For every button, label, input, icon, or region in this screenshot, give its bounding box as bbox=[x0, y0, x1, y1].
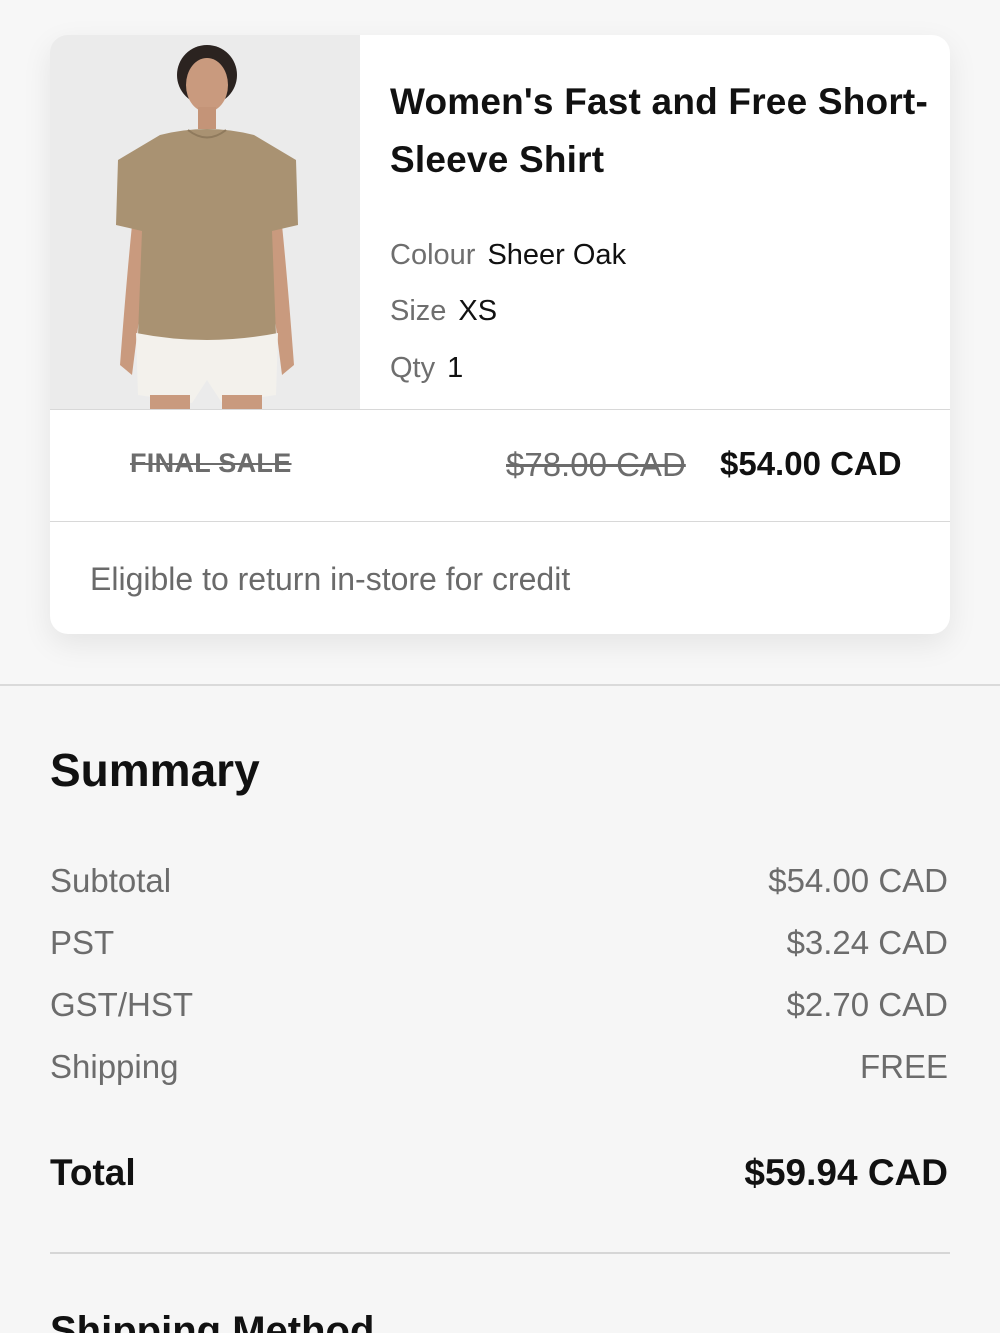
summary-row-pst: PST $3.24 CAD bbox=[50, 924, 948, 964]
size-value: XS bbox=[458, 295, 498, 327]
summary-row-subtotal: Subtotal $54.00 CAD bbox=[50, 862, 948, 902]
summary-value: FREE bbox=[859, 1048, 948, 1085]
product-photo-icon bbox=[50, 35, 360, 409]
qty-label: Qty bbox=[390, 352, 436, 384]
total-value: $59.94 CAD bbox=[744, 1152, 948, 1193]
summary-value: $3.24 CAD bbox=[786, 924, 948, 961]
colour-value: Sheer Oak bbox=[487, 239, 627, 271]
size-label: Size bbox=[390, 295, 447, 327]
order-summary: Summary Subtotal $54.00 CAD PST $3.24 CA… bbox=[0, 686, 1000, 1333]
product-card: Women's Fast and Free Short-Sleeve Shirt… bbox=[50, 35, 950, 634]
divider bbox=[50, 521, 950, 522]
summary-row-gst-hst: GST/HST $2.70 CAD bbox=[50, 986, 948, 1026]
original-price: $78.00 CAD bbox=[506, 446, 686, 483]
colour-row: Colour Sheer Oak bbox=[390, 237, 626, 273]
summary-value: $54.00 CAD bbox=[768, 862, 948, 899]
product-title[interactable]: Women's Fast and Free Short-Sleeve Shirt bbox=[390, 73, 930, 189]
sale-price: $54.00 CAD bbox=[720, 445, 902, 482]
product-image[interactable] bbox=[50, 35, 360, 409]
qty-row: Qty 1 bbox=[390, 350, 463, 386]
summary-heading: Summary bbox=[50, 744, 260, 796]
order-item-section: Women's Fast and Free Short-Sleeve Shirt… bbox=[0, 0, 1000, 685]
product-info: Women's Fast and Free Short-Sleeve Shirt bbox=[390, 73, 930, 189]
summary-row-shipping: Shipping FREE bbox=[50, 1048, 948, 1088]
summary-label: GST/HST bbox=[50, 986, 194, 1023]
size-row: Size XS bbox=[390, 293, 497, 329]
summary-label: PST bbox=[50, 924, 115, 961]
divider bbox=[50, 1252, 950, 1254]
total-label: Total bbox=[50, 1152, 136, 1193]
final-sale-badge: FINAL SALE bbox=[130, 448, 292, 478]
shipping-method-heading: Shipping Method bbox=[50, 1309, 375, 1333]
summary-value: $2.70 CAD bbox=[786, 986, 948, 1023]
summary-label: Subtotal bbox=[50, 862, 172, 899]
summary-label: Shipping bbox=[50, 1048, 179, 1085]
colour-label: Colour bbox=[390, 239, 476, 271]
price-row: FINAL SALE $78.00 CAD $54.00 CAD bbox=[50, 410, 950, 521]
return-policy-note: Eligible to return in-store for credit bbox=[90, 561, 571, 597]
qty-value: 1 bbox=[447, 352, 464, 384]
